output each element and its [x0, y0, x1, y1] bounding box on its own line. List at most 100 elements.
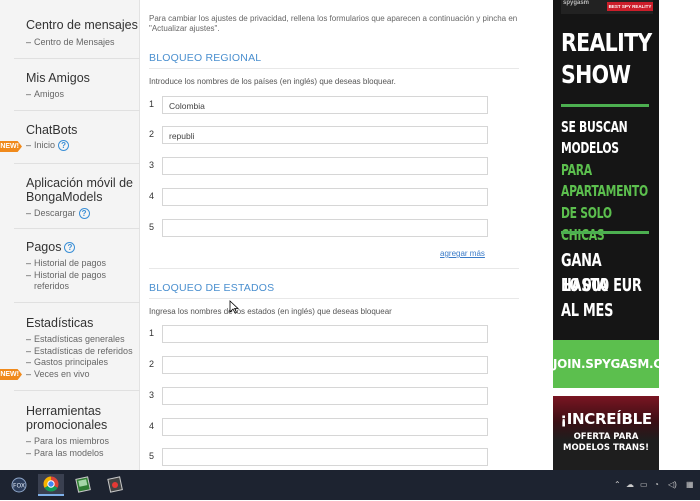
sidebar-link-for-members[interactable]: – Para los miembros — [26, 436, 140, 448]
intro-text: Para cambiar los ajustes de privacidad, … — [149, 14, 529, 34]
sidebar-link-times-live[interactable]: – Veces en vivo — [26, 369, 140, 381]
mouse-cursor-icon — [229, 300, 239, 314]
sidebar-divider — [14, 58, 140, 59]
banner-headline: REALITY SHOW — [561, 27, 652, 91]
wifi-icon[interactable]: ◔ — [654, 480, 659, 489]
cloud-icon[interactable]: ☁ — [626, 480, 634, 489]
state-input[interactable] — [162, 387, 488, 405]
row-number: 5 — [149, 451, 155, 461]
states-row: 3 — [149, 387, 489, 407]
sidebar-link-general-stats[interactable]: – Estadísticas generales — [26, 334, 140, 346]
country-input[interactable]: Colombia — [162, 96, 488, 114]
sidebar-title-promo-tools-line2[interactable]: promocionales — [26, 418, 140, 432]
sidebar-section-promo-tools: Herramientas promocionales – Para los mie… — [0, 404, 140, 459]
sidebar-link-for-models[interactable]: – Para las modelos — [26, 448, 140, 460]
sidebar-link-friends[interactable]: – Amigos — [26, 89, 140, 101]
regional-row: 1 Colombia — [149, 96, 489, 116]
sidebar-title-promo-tools[interactable]: Herramientas — [26, 404, 140, 418]
help-icon[interactable]: ? — [58, 140, 70, 152]
sidebar-title-chatbots[interactable]: ChatBots — [26, 123, 140, 137]
country-input[interactable] — [162, 219, 488, 237]
states-row: 2 — [149, 356, 489, 376]
intro-line-2: "Actualizar ajustes". — [149, 24, 220, 33]
states-block-heading: BLOQUEO DE ESTADOS — [149, 282, 275, 294]
svg-text:FOX: FOX — [13, 483, 25, 490]
new-badge: NEW! — [0, 141, 22, 152]
sidebar-divider — [14, 302, 140, 303]
volume-icon[interactable]: ◁) — [668, 480, 677, 489]
row-number: 5 — [149, 222, 155, 232]
add-more-link[interactable]: agregar más — [440, 249, 485, 258]
network-icon[interactable]: ▭ — [640, 480, 648, 489]
state-input[interactable] — [162, 356, 488, 374]
banner-line: MODELOS — [561, 139, 619, 157]
ad-column: spygasm BEST SPY REALITY REALITY SHOW SE… — [538, 0, 700, 470]
banner-divider — [561, 104, 649, 107]
sidebar-link-chatbots-home[interactable]: – Inicio? — [26, 140, 140, 152]
sidebar-link-message-center[interactable]: – Centro de Mensajes — [26, 37, 140, 49]
sidebar-title-friends[interactable]: Mis Amigos — [26, 71, 140, 85]
state-input[interactable] — [162, 448, 488, 466]
sidebar-divider — [14, 390, 140, 391]
page: Centro de mensajes – Centro de Mensajes M… — [0, 0, 700, 470]
sidebar-section-payments: Pagos? – Historial de pagos – Historial de… — [0, 240, 140, 293]
country-input[interactable] — [162, 157, 488, 175]
banner-line: SE BUSCAN — [561, 118, 628, 136]
sidebar-link-download[interactable]: – Descargar? — [26, 208, 140, 220]
sidebar-section-friends: Mis Amigos – Amigos — [0, 71, 140, 101]
row-number: 2 — [149, 129, 155, 139]
regional-row: 5 — [149, 219, 489, 239]
sidebar-title-payments[interactable]: Pagos? — [26, 240, 140, 254]
offer-line-1: OFERTA PARA — [573, 432, 639, 442]
sidebar-link-referral-payment-history[interactable]: – Historial de pagos — [26, 270, 140, 282]
regional-block-description: Introduce los nombres de los países (en … — [149, 77, 396, 86]
state-input[interactable] — [162, 325, 488, 343]
states-row: 4 — [149, 418, 489, 438]
states-row: 1 — [149, 325, 489, 345]
banner-line: AL MES — [561, 300, 614, 321]
offer-text: OFERTA PARA MODELOS TRANS! — [553, 432, 659, 454]
banner-cta-button[interactable]: JOIN.SPYGASM.COM — [553, 340, 684, 388]
sidebar-title-messages[interactable]: Centro de mensajes — [26, 18, 140, 32]
state-input[interactable] — [162, 418, 488, 436]
regional-row: 3 — [149, 157, 489, 177]
section-divider — [149, 68, 519, 69]
app2-icon[interactable] — [102, 474, 128, 496]
trans-offer-banner[interactable]: ¡INCREÍBLE OFERTA PARA MODELOS TRANS! — [553, 396, 659, 470]
sidebar-title-mobile-app-line2[interactable]: BongaModels — [26, 190, 140, 204]
headline-line-2: SHOW — [561, 60, 631, 89]
regional-row: 4 — [149, 188, 489, 208]
main-content: Para cambiar los ajustes de privacidad, … — [140, 0, 538, 470]
section-divider — [149, 268, 519, 269]
sidebar-divider — [14, 228, 140, 229]
country-input[interactable]: republi — [162, 126, 488, 144]
sidebar-link-top-spenders[interactable]: – Gastos principales — [26, 357, 140, 369]
sidebar-title-mobile-app[interactable]: Aplicación móvil de — [26, 176, 140, 190]
sidebar-title-statistics[interactable]: Estadísticas — [26, 316, 140, 330]
help-icon[interactable]: ? — [78, 208, 90, 220]
sidebar-section-messages: Centro de mensajes – Centro de Mensajes — [0, 18, 140, 49]
sidebar-section-statistics: Estadísticas – Estadísticas generales – Es… — [0, 316, 140, 380]
chevron-up-icon[interactable]: ⌃ — [614, 480, 621, 489]
sidebar-link-payment-history[interactable]: – Historial de pagos — [26, 258, 140, 270]
chrome-icon[interactable] — [38, 474, 64, 496]
banner-header: spygasm BEST SPY REALITY — [561, 0, 653, 14]
sidebar-divider — [14, 163, 140, 164]
obs-icon[interactable]: FOX — [6, 474, 32, 496]
row-number: 4 — [149, 191, 155, 201]
spygasm-banner[interactable]: spygasm BEST SPY REALITY REALITY SHOW SE… — [553, 0, 684, 388]
brand-logo: spygasm — [563, 0, 590, 6]
new-badge: NEW! — [0, 369, 22, 380]
sidebar: Centro de mensajes – Centro de Mensajes M… — [0, 0, 140, 470]
help-icon[interactable]: ? — [64, 242, 76, 254]
headline-line-1: REALITY — [561, 28, 652, 57]
keyboard-icon[interactable]: ▦ — [686, 480, 694, 489]
system-tray: ⌃ ☁ ▭ ◔ ◁) ▦ — [610, 470, 700, 500]
app-icon[interactable] — [70, 474, 96, 496]
row-number: 3 — [149, 390, 155, 400]
row-number: 1 — [149, 99, 155, 109]
country-input[interactable] — [162, 188, 488, 206]
sidebar-link-referral-payment-history-line2[interactable]: –referidos — [26, 281, 140, 293]
banner-line: PARA — [561, 161, 592, 179]
sidebar-link-referral-stats[interactable]: – Estadísticas de referidos — [26, 346, 140, 358]
